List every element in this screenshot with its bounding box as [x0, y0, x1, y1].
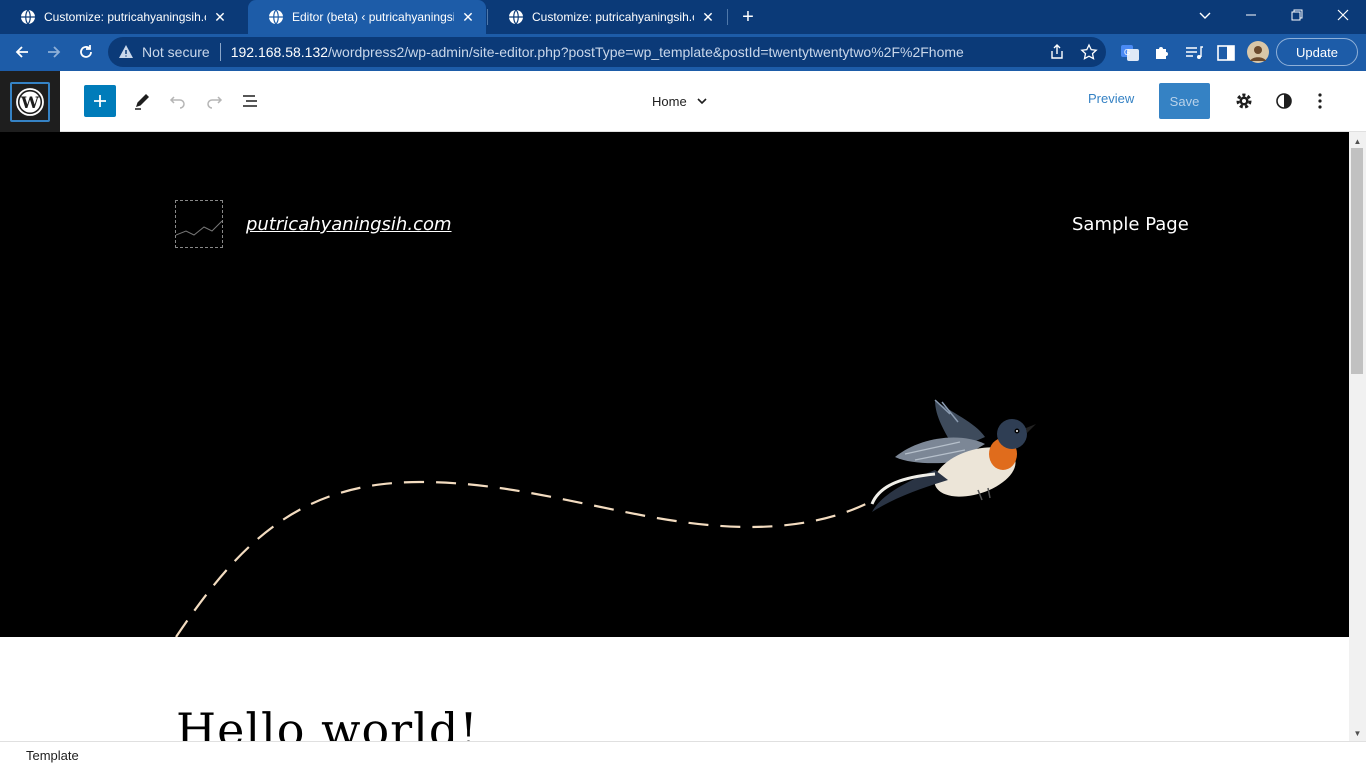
editor-header: W Home Preview Save — [0, 71, 1366, 132]
minimize-icon[interactable] — [1228, 0, 1274, 30]
browser-tab-strip: Customize: putricahyaningsih.com ✕ Edito… — [0, 0, 1366, 34]
styles-half-circle-icon[interactable] — [1270, 87, 1298, 115]
side-panel-icon[interactable] — [1216, 43, 1236, 63]
warning-icon — [119, 45, 133, 58]
globe-icon — [21, 9, 35, 25]
url-text[interactable]: 192.168.58.132/wordpress2/wp-admin/site-… — [231, 44, 964, 60]
browser-toolbar: Not secure 192.168.58.132/wordpress2/wp-… — [0, 34, 1366, 71]
security-label: Not secure — [142, 44, 210, 60]
close-icon[interactable]: ✕ — [700, 9, 716, 25]
post-title[interactable]: Hello world! — [176, 703, 479, 741]
template-selector[interactable]: Home — [640, 89, 709, 113]
undo-icon[interactable] — [164, 87, 192, 115]
globe-icon — [509, 9, 523, 25]
canvas-scrollbar-thumb[interactable] — [1351, 148, 1363, 374]
editor-footer: Template — [0, 741, 1366, 768]
tab-separator — [727, 9, 728, 25]
tab-search-chevron-icon[interactable] — [1182, 0, 1228, 30]
nav-item-sample-page[interactable]: Sample Page — [1072, 214, 1189, 235]
share-icon[interactable] — [1048, 43, 1066, 61]
restore-icon[interactable] — [1274, 0, 1320, 30]
close-icon[interactable]: ✕ — [460, 9, 476, 25]
forward-arrow-icon[interactable] — [40, 38, 68, 66]
site-logo-placeholder[interactable] — [175, 200, 223, 248]
close-icon[interactable]: ✕ — [212, 9, 228, 25]
browser-tab[interactable]: Customize: putricahyaningsih.com ✕ — [488, 0, 726, 34]
close-window-icon[interactable] — [1320, 0, 1366, 30]
template-name: Home — [652, 93, 687, 109]
avatar[interactable] — [1247, 41, 1269, 63]
tab-title: Editor (beta) ‹ putricahyaningsih.com — [292, 10, 454, 24]
more-options-icon[interactable] — [1306, 87, 1334, 115]
site-title[interactable]: putricahyaningsih.com — [246, 214, 452, 235]
scroll-up-arrow-icon[interactable]: ▲ — [1349, 134, 1366, 148]
header-template-part[interactable]: putricahyaningsih.com Sample Page — [0, 132, 1349, 637]
wordpress-logo-frame: W — [10, 81, 50, 122]
chevron-down-icon — [697, 98, 707, 105]
wordpress-logo-icon: W — [16, 87, 44, 116]
url-path: /wordpress2/wp-admin/site-editor.php?pos… — [328, 44, 964, 60]
update-button[interactable]: Update — [1276, 38, 1358, 66]
redo-icon[interactable] — [200, 87, 228, 115]
editor-canvas[interactable]: putricahyaningsih.com Sample Page Hello … — [0, 132, 1349, 741]
scroll-down-arrow-icon[interactable]: ▼ — [1349, 726, 1366, 740]
bird-illustration-icon — [870, 399, 1036, 512]
address-bar[interactable]: Not secure 192.168.58.132/wordpress2/wp-… — [108, 37, 1106, 67]
breadcrumb[interactable]: Template — [26, 748, 79, 763]
preview-button[interactable]: Preview — [1088, 91, 1134, 106]
puzzle-extensions-icon[interactable] — [1152, 43, 1172, 63]
media-control-icon[interactable] — [1184, 43, 1204, 63]
tab-title: Customize: putricahyaningsih.com — [532, 10, 694, 24]
back-arrow-icon[interactable] — [8, 38, 36, 66]
site-editor-menu-button[interactable]: W — [0, 71, 60, 132]
pencil-tools-icon[interactable] — [128, 87, 156, 115]
list-view-icon[interactable] — [236, 87, 264, 115]
globe-icon — [269, 9, 283, 25]
svg-text:G: G — [1124, 48, 1130, 57]
settings-gear-icon[interactable] — [1230, 87, 1258, 115]
add-block-button[interactable] — [84, 85, 116, 117]
reload-icon[interactable] — [72, 38, 100, 66]
new-tab-button[interactable]: + — [736, 5, 760, 29]
tab-title: Customize: putricahyaningsih.com — [44, 10, 206, 24]
image-placeholder-icon — [175, 220, 223, 236]
bookmark-star-icon[interactable] — [1080, 43, 1098, 61]
post-content-area[interactable]: Hello world! — [0, 637, 1349, 741]
browser-tab-active[interactable]: Editor (beta) ‹ putricahyaningsih.com ✕ — [248, 0, 486, 34]
svg-text:W: W — [20, 93, 40, 112]
translate-extension-icon[interactable]: G — [1120, 43, 1140, 63]
address-divider — [219, 43, 221, 61]
save-button[interactable]: Save — [1159, 83, 1210, 119]
browser-tab[interactable]: Customize: putricahyaningsih.com ✕ — [0, 0, 238, 34]
plus-icon — [94, 95, 106, 107]
url-host: 192.168.58.132 — [230, 44, 329, 60]
